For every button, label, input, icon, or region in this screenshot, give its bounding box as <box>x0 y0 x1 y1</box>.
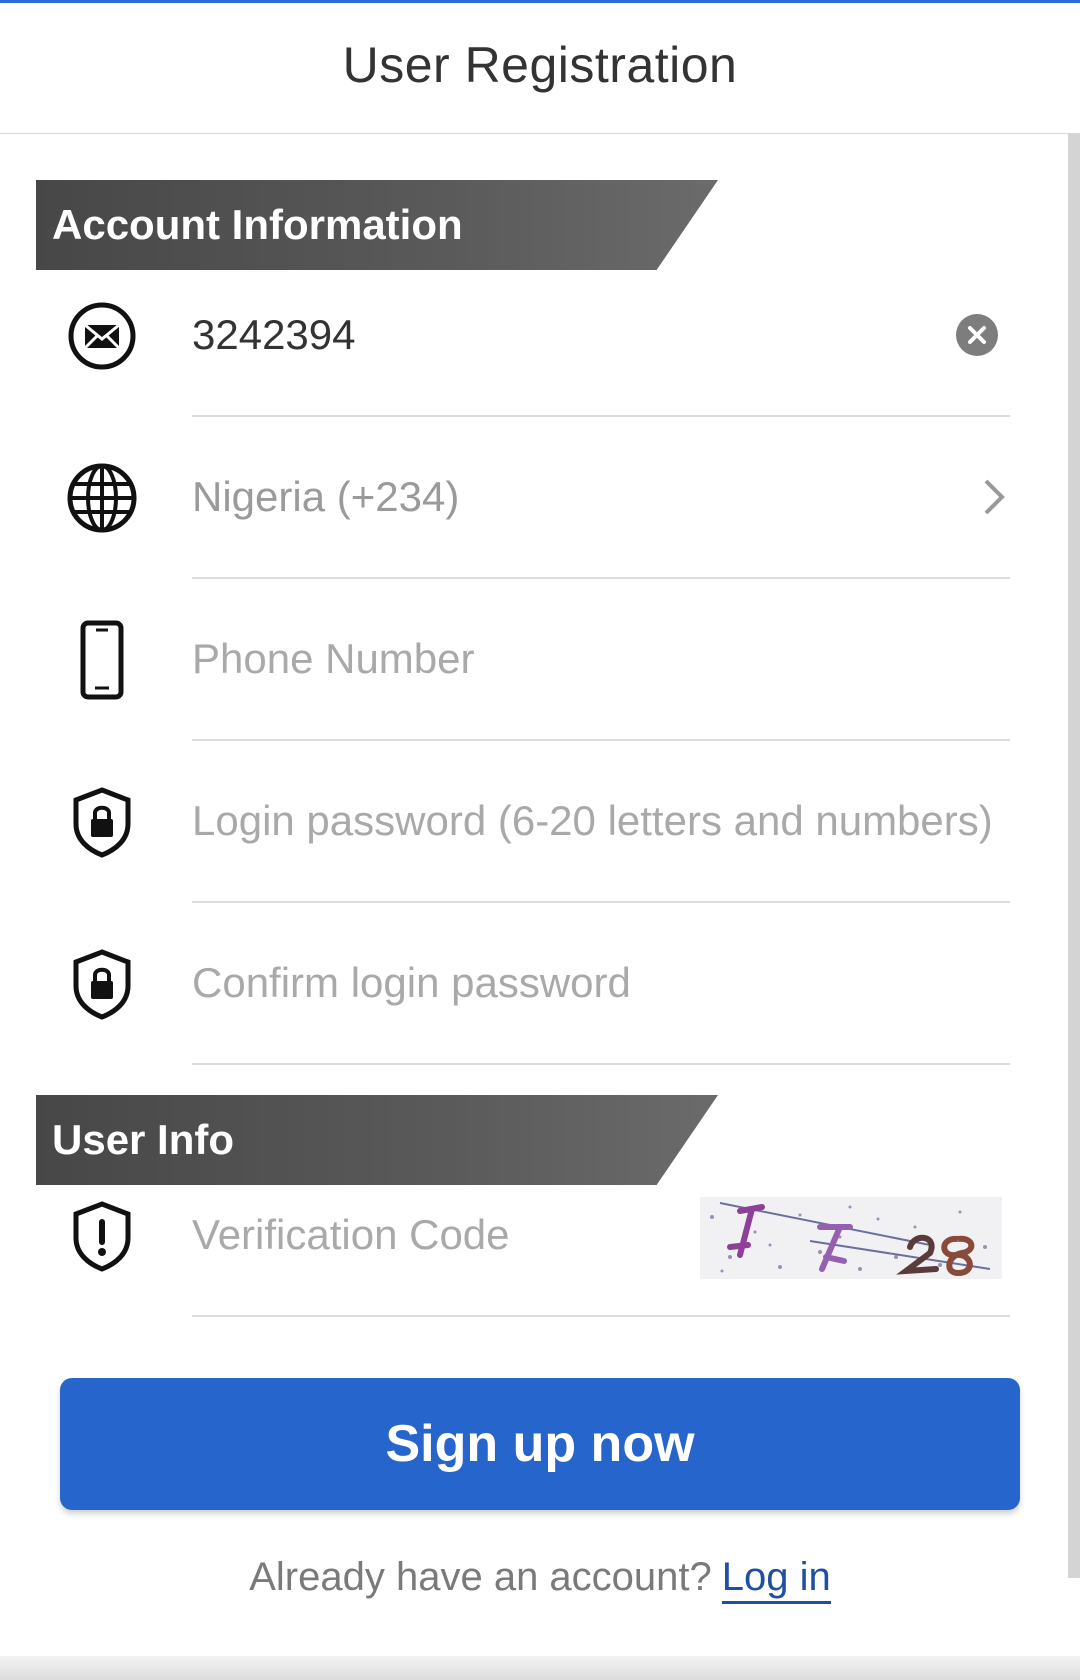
chevron-right-icon <box>978 477 1008 517</box>
envelope-icon <box>62 296 142 376</box>
country-value: Nigeria (+234) <box>192 473 460 520</box>
sign-up-button[interactable]: Sign up now <box>60 1378 1020 1510</box>
verification-input[interactable] <box>192 1211 672 1259</box>
account-field <box>192 255 1010 417</box>
password-row <box>0 741 1080 903</box>
country-row[interactable]: Nigeria (+234) <box>0 417 1080 579</box>
phone-input[interactable] <box>192 635 1010 683</box>
account-row <box>0 255 1080 417</box>
confirm-password-row <box>0 903 1080 1065</box>
shield-lock-icon <box>62 944 142 1024</box>
captcha-image[interactable] <box>700 1197 1002 1279</box>
login-prompt-text: Already have an account? <box>249 1555 712 1599</box>
clear-icon[interactable] <box>956 314 998 356</box>
account-input[interactable] <box>192 311 1010 359</box>
shield-lock-icon <box>62 782 142 862</box>
password-field <box>192 741 1010 903</box>
header: User Registration <box>0 3 1080 134</box>
confirm-password-field <box>192 903 1010 1065</box>
shield-alert-icon <box>62 1196 142 1276</box>
login-prompt-line: Already have an account? Log in <box>0 1555 1080 1604</box>
bottom-edge <box>0 1656 1080 1680</box>
phone-row <box>0 579 1080 741</box>
page-title: User Registration <box>342 37 738 93</box>
phone-icon <box>62 620 142 700</box>
password-input[interactable] <box>192 797 1010 845</box>
country-selector[interactable]: Nigeria (+234) <box>192 417 1010 579</box>
login-link[interactable]: Log in <box>721 1555 831 1604</box>
section-title-account: Account Information <box>52 201 463 248</box>
globe-icon <box>62 458 142 538</box>
phone-field <box>192 579 1010 741</box>
confirm-password-input[interactable] <box>192 959 1010 1007</box>
registration-page: User Registration Account Information 32… <box>0 0 1080 1680</box>
